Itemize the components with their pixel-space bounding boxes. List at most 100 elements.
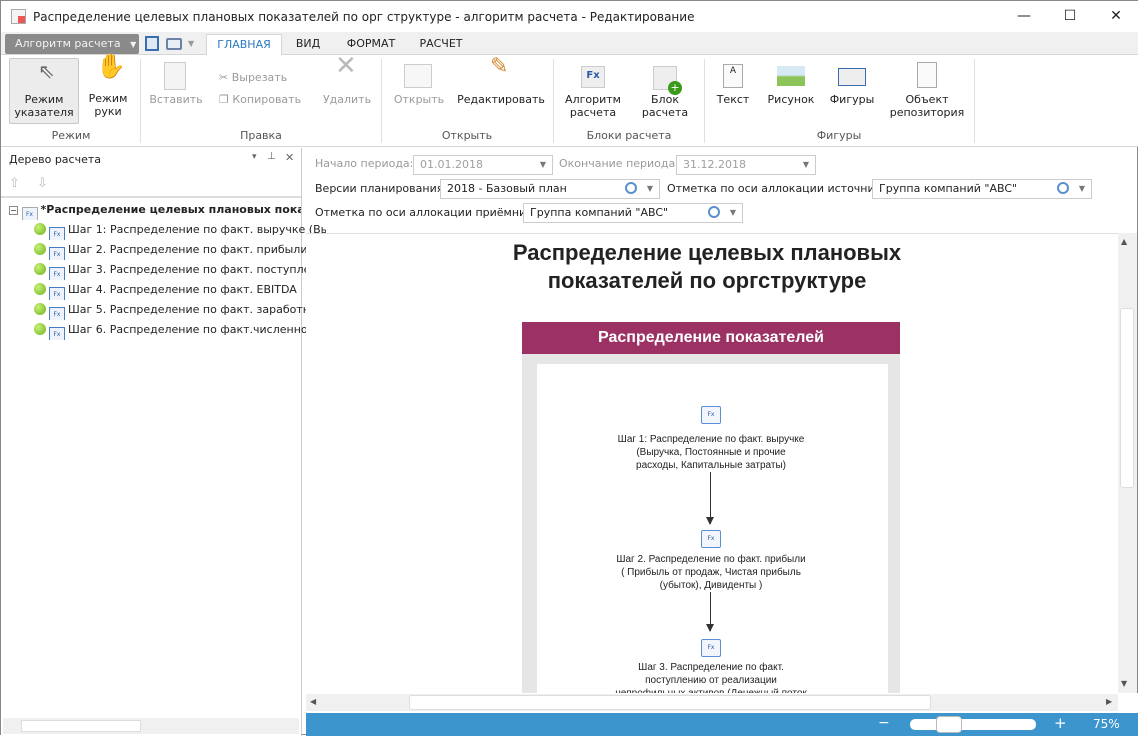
- zoom-out-button[interactable]: −: [878, 715, 890, 731]
- divider: [1, 196, 301, 198]
- horizontal-scrollbar[interactable]: ◀ ▶: [306, 694, 1118, 711]
- shapes-label: Фигуры: [829, 93, 875, 106]
- fx-algorithm-icon: Fx: [581, 66, 605, 88]
- vertical-scrollbar[interactable]: ▲ ▼: [1118, 233, 1137, 693]
- step-block-icon[interactable]: Fx: [701, 406, 721, 424]
- diagram-step-2[interactable]: Шаг 2. Распределение по факт. прибыли ( П…: [591, 553, 831, 592]
- horizontal-scroll-thumb[interactable]: [409, 695, 931, 710]
- text-label: Текст: [716, 93, 750, 106]
- zoom-in-button[interactable]: +: [1054, 714, 1067, 732]
- picture-button[interactable]: Рисунок: [764, 58, 818, 106]
- chevron-down-icon: ▼: [802, 160, 809, 169]
- period-end-combo[interactable]: 31.12.2018 ▼: [676, 155, 816, 175]
- scissors-icon: ✂: [219, 71, 232, 84]
- panel-close-icon[interactable]: ✕: [285, 151, 294, 164]
- pin-icon[interactable]: ⊥: [267, 151, 276, 162]
- minimize-button[interactable]: —: [1001, 1, 1047, 32]
- status-ok-icon: [34, 283, 46, 295]
- status-bar: − + 75%: [306, 713, 1138, 736]
- step-text: Шаг 3. Распределение по факт.: [638, 662, 784, 673]
- tree-item[interactable]: Fx Шаг 6. Распределение по факт.численнос…: [34, 320, 326, 340]
- collapse-icon[interactable]: −: [9, 206, 18, 215]
- source-label: Отметка по оси аллокации источника:: [667, 182, 892, 195]
- close-button[interactable]: ✕: [1093, 1, 1138, 32]
- text-button[interactable]: A Текст: [711, 58, 755, 106]
- target-value: Группа компаний "ABC": [530, 206, 669, 219]
- copy-button[interactable]: ❐ Копировать: [219, 93, 301, 106]
- flow-arrow: [706, 472, 714, 525]
- hand-mode-button[interactable]: ✋ Режим руки: [83, 54, 133, 124]
- delete-button[interactable]: ✕ Удалить: [319, 53, 375, 106]
- panel-menu-icon[interactable]: ▾: [252, 152, 257, 162]
- tree-item[interactable]: Fx Шаг 3. Распределение по факт. поступле…: [34, 260, 326, 280]
- zoom-slider-thumb[interactable]: [936, 716, 962, 733]
- tab-calc[interactable]: РАСЧЕТ: [411, 34, 471, 55]
- save-icon[interactable]: [145, 36, 159, 51]
- search-icon[interactable]: [625, 182, 637, 194]
- period-start-combo[interactable]: 01.01.2018 ▼: [413, 155, 553, 175]
- period-start-value: 01.01.2018: [420, 158, 483, 171]
- zoom-slider[interactable]: [910, 719, 1036, 730]
- algorithm-button[interactable]: Fx Алгоритм расчета: [561, 58, 625, 119]
- target-label: Отметка по оси аллокации приёмника:: [315, 206, 544, 219]
- step-icon: Fx: [49, 287, 65, 300]
- tab-view[interactable]: ВИД: [285, 34, 331, 55]
- tree-root[interactable]: − Fx*Распределение целевых плановых пока…: [9, 200, 301, 220]
- shapes-button[interactable]: Фигуры: [827, 58, 877, 106]
- edit-button[interactable]: ✎ Редактировать: [456, 56, 546, 107]
- target-combo[interactable]: Группа компаний "ABC" ▼: [523, 203, 743, 223]
- chevron-down-icon: ▼: [729, 208, 736, 217]
- paste-button[interactable]: Вставить: [146, 58, 206, 106]
- divider: [974, 59, 975, 143]
- rectangle-shape-icon: [838, 68, 866, 86]
- app-menu-button[interactable]: Алгоритм расчета ▼: [5, 34, 139, 54]
- copy-label: Копировать: [232, 93, 302, 106]
- algorithm-icon: Fx: [21, 207, 38, 220]
- block-button[interactable]: + Блок расчета: [633, 58, 697, 119]
- tree-item[interactable]: Fx Шаг 5. Распределение по факт. заработн…: [34, 300, 326, 320]
- picture-icon: [777, 66, 805, 86]
- tab-main[interactable]: ГЛАВНАЯ: [206, 34, 282, 55]
- source-combo[interactable]: Группа компаний "ABC" ▼: [872, 179, 1092, 199]
- tree-item[interactable]: Fx Шаг 2. Распределение по факт. прибыли(…: [34, 240, 326, 260]
- quick-access-dropdown-icon[interactable]: ▼: [188, 39, 194, 48]
- status-ok-icon: [34, 323, 46, 335]
- panel-title: Дерево расчета: [9, 153, 102, 166]
- move-up-icon[interactable]: ⇧: [9, 176, 20, 191]
- tree-item-label: Шаг 3. Распределение по факт. поступлени…: [68, 263, 326, 276]
- open-label: Открыть: [393, 93, 445, 106]
- step-text: поступлению от реализации: [645, 675, 777, 686]
- period-end-label: Окончание периода:: [559, 157, 679, 170]
- add-block-icon: +: [653, 66, 682, 95]
- print-icon[interactable]: [166, 38, 182, 50]
- title-bar: Распределение целевых плановых показател…: [1, 1, 1138, 32]
- calc-tree-panel: Дерево расчета ▾ ⊥ ✕ ⇧ ⇩ − Fx *Распределе…: [1, 148, 326, 736]
- open-button[interactable]: Открыть: [389, 58, 449, 106]
- group-label-shapes: Фигуры: [816, 129, 862, 142]
- tree-item[interactable]: Fx Шаг 4. Распределение по факт. EBITDA: [34, 280, 326, 300]
- chevron-down-icon: ▼: [539, 160, 546, 169]
- step-block-icon[interactable]: Fx: [701, 639, 721, 657]
- algorithm-label: Алгоритм расчета: [565, 93, 621, 119]
- step-icon: Fx: [49, 227, 65, 240]
- search-icon[interactable]: [708, 206, 720, 218]
- maximize-button[interactable]: ☐: [1047, 1, 1093, 32]
- cut-button[interactable]: ✂ Вырезать: [219, 71, 287, 84]
- edit-label: Редактировать: [457, 93, 545, 106]
- versions-value: 2018 - Базовый план: [447, 182, 567, 195]
- diagram-title: Распределение целевых плановых показател…: [421, 239, 993, 295]
- versions-combo[interactable]: 2018 - Базовый план ▼: [440, 179, 660, 199]
- step-text: расходы, Капитальные затраты): [636, 460, 786, 471]
- search-icon[interactable]: [1057, 182, 1069, 194]
- window-title: Распределение целевых плановых показател…: [33, 10, 695, 24]
- tree-item[interactable]: Fx Шаг 1: Распределение по факт. выручке …: [34, 220, 326, 240]
- period-end-value: 31.12.2018: [683, 158, 746, 171]
- diagram-step-1[interactable]: Шаг 1: Распределение по факт. выручке (Вы…: [591, 433, 831, 472]
- step-block-icon[interactable]: Fx: [701, 530, 721, 548]
- repository-object-button[interactable]: Объект репозитория: [887, 58, 967, 119]
- pointer-mode-button[interactable]: ⇖ Режим указателя: [9, 58, 79, 124]
- move-down-icon[interactable]: ⇩: [37, 176, 48, 191]
- tree-root-label: *Распределение целевых плановых показате…: [40, 203, 302, 216]
- vertical-scroll-thumb[interactable]: [1120, 308, 1134, 488]
- tree-horizontal-scrollbar[interactable]: [3, 718, 299, 734]
